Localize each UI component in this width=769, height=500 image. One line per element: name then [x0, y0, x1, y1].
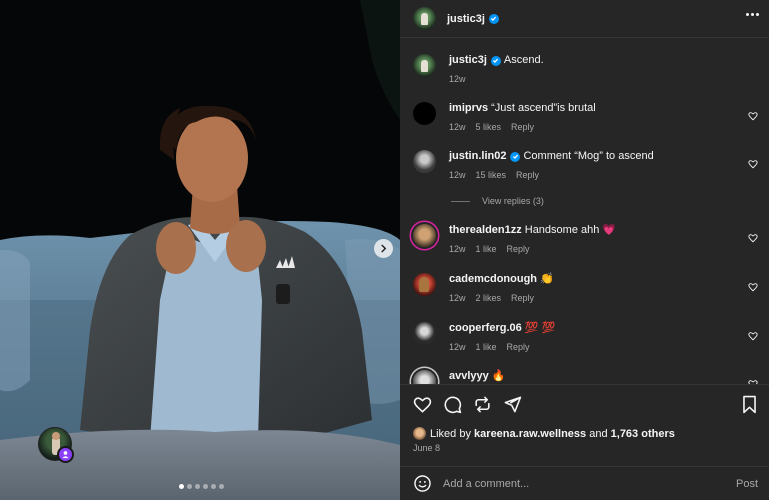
share-button[interactable] — [503, 395, 522, 414]
view-replies-button[interactable]: View replies (3) — [451, 196, 544, 206]
commenter-avatar[interactable] — [413, 370, 436, 384]
comment-likes[interactable]: 1 like — [476, 244, 497, 254]
send-icon — [504, 396, 522, 413]
verified-badge-icon — [488, 13, 499, 24]
heart-icon[interactable] — [748, 111, 758, 121]
more-options-icon[interactable] — [746, 13, 759, 16]
liker-username[interactable]: kareena.raw.wellness — [474, 428, 586, 440]
bookmark-icon — [743, 395, 756, 414]
repost-icon — [475, 396, 490, 413]
caption-author-avatar[interactable] — [413, 54, 436, 77]
commenter-username[interactable]: justin.lin02 — [449, 150, 506, 162]
chevron-right-icon — [381, 244, 387, 253]
comment-age: 12w — [449, 244, 466, 254]
post-side-panel: justic3j justic3j Ascend. 12w imiprvs “J… — [400, 0, 769, 500]
liker-avatar[interactable] — [413, 427, 426, 440]
caption: justic3j Ascend. 12w — [413, 54, 758, 84]
heart-icon[interactable] — [748, 331, 758, 341]
verified-badge-icon — [490, 55, 501, 66]
commenter-username[interactable]: imiprvs — [449, 102, 488, 114]
post-viewer: justic3j justic3j Ascend. 12w imiprvs “J… — [0, 0, 769, 500]
caption-age: 12w — [449, 74, 466, 84]
comment-item: cademcdonough 👏 12w 2 likes Reply — [413, 273, 758, 303]
comment-age: 12w — [449, 342, 466, 352]
post-date: June 8 — [413, 443, 441, 453]
emoji-icon[interactable] — [413, 474, 432, 493]
heart-icon — [413, 397, 432, 413]
save-button[interactable] — [740, 395, 759, 414]
heart-icon[interactable] — [748, 233, 758, 243]
comment-text: “Just ascend”is brutal — [491, 102, 596, 114]
liked-by: Liked by kareena.raw.wellness and 1,763 … — [413, 427, 675, 440]
caption-text: Ascend. — [503, 54, 544, 66]
carousel-dot — [203, 484, 208, 489]
liked-by-prefix: Liked by — [430, 427, 471, 440]
carousel-next-button[interactable] — [374, 239, 393, 258]
comment-composer: Post — [400, 466, 769, 500]
reply-button[interactable]: Reply — [511, 293, 534, 303]
comments-list[interactable]: justic3j Ascend. 12w imiprvs “Just ascend”… — [400, 38, 769, 384]
other-likes-link[interactable]: 1,763 others — [611, 428, 675, 440]
commenter-avatar[interactable] — [413, 322, 436, 345]
carousel-dot — [195, 484, 200, 489]
comment-text: 🔥 — [491, 370, 506, 382]
commenter-avatar[interactable] — [413, 102, 436, 125]
reply-button[interactable]: Reply — [507, 244, 530, 254]
commenter-avatar[interactable] — [413, 273, 436, 296]
comment-text: 👏 — [540, 273, 554, 285]
caption-author-username[interactable]: justic3j — [449, 54, 487, 66]
commenter-username[interactable]: cooperferg.06 — [449, 322, 522, 334]
carousel-dot — [211, 484, 216, 489]
heart-icon[interactable] — [748, 282, 758, 292]
commenter-username[interactable]: therealden1zz — [449, 224, 522, 236]
comment-item: avvlyyy 🔥 — [413, 370, 758, 384]
commenter-username[interactable]: avvlyyy — [449, 370, 489, 382]
reply-button[interactable]: Reply — [507, 342, 530, 352]
carousel-dot — [219, 484, 224, 489]
carousel-dot — [179, 484, 184, 489]
comment-item: therealden1zz Handsome ahh 💗 12w 1 like R… — [413, 224, 758, 254]
verified-badge-icon — [510, 151, 521, 162]
liked-by-and: and — [589, 427, 608, 440]
comment-likes[interactable]: 2 likes — [476, 293, 502, 303]
commenter-username[interactable]: cademcdonough — [449, 273, 537, 285]
replies-divider — [451, 200, 470, 202]
post-photo — [0, 0, 400, 500]
comment-likes[interactable]: 15 likes — [476, 170, 507, 180]
comment-text: Comment “Mog” to ascend — [523, 150, 654, 162]
comment-item: cooperferg.06 💯 💯 12w 1 like Reply — [413, 322, 758, 352]
repost-button[interactable] — [473, 395, 492, 414]
user-tag-icon — [62, 451, 69, 459]
reply-button[interactable]: Reply — [516, 170, 539, 180]
carousel-dot — [187, 484, 192, 489]
comment-item: justin.lin02 Comment “Mog” to ascend 12w … — [413, 150, 758, 180]
post-actions: Liked by kareena.raw.wellness and 1,763 … — [400, 384, 769, 466]
post-header: justic3j — [400, 0, 769, 38]
comment-item: imiprvs “Just ascend”is brutal 12w 5 like… — [413, 102, 758, 132]
comment-input[interactable] — [443, 477, 713, 490]
like-button[interactable] — [413, 395, 432, 414]
commenter-avatar[interactable] — [413, 224, 436, 247]
author-avatar[interactable] — [413, 7, 436, 30]
post-media[interactable] — [0, 0, 400, 500]
tags-badge[interactable] — [57, 446, 74, 463]
comment-text: 💯 💯 — [524, 322, 556, 334]
comment-text: Handsome ahh 💗 — [524, 224, 617, 236]
post-comment-button[interactable]: Post — [736, 478, 758, 490]
reply-button[interactable]: Reply — [511, 122, 534, 132]
comment-likes[interactable]: 5 likes — [476, 122, 502, 132]
comment-age: 12w — [449, 122, 466, 132]
comment-icon — [444, 396, 462, 414]
comment-button[interactable] — [443, 395, 462, 414]
heart-icon[interactable] — [748, 159, 758, 169]
comment-likes[interactable]: 1 like — [476, 342, 497, 352]
comment-age: 12w — [449, 293, 466, 303]
commenter-avatar[interactable] — [413, 150, 436, 173]
comment-age: 12w — [449, 170, 466, 180]
carousel-indicator — [179, 484, 224, 489]
view-replies-label: View replies (3) — [482, 196, 544, 206]
author-username[interactable]: justic3j — [447, 13, 485, 25]
